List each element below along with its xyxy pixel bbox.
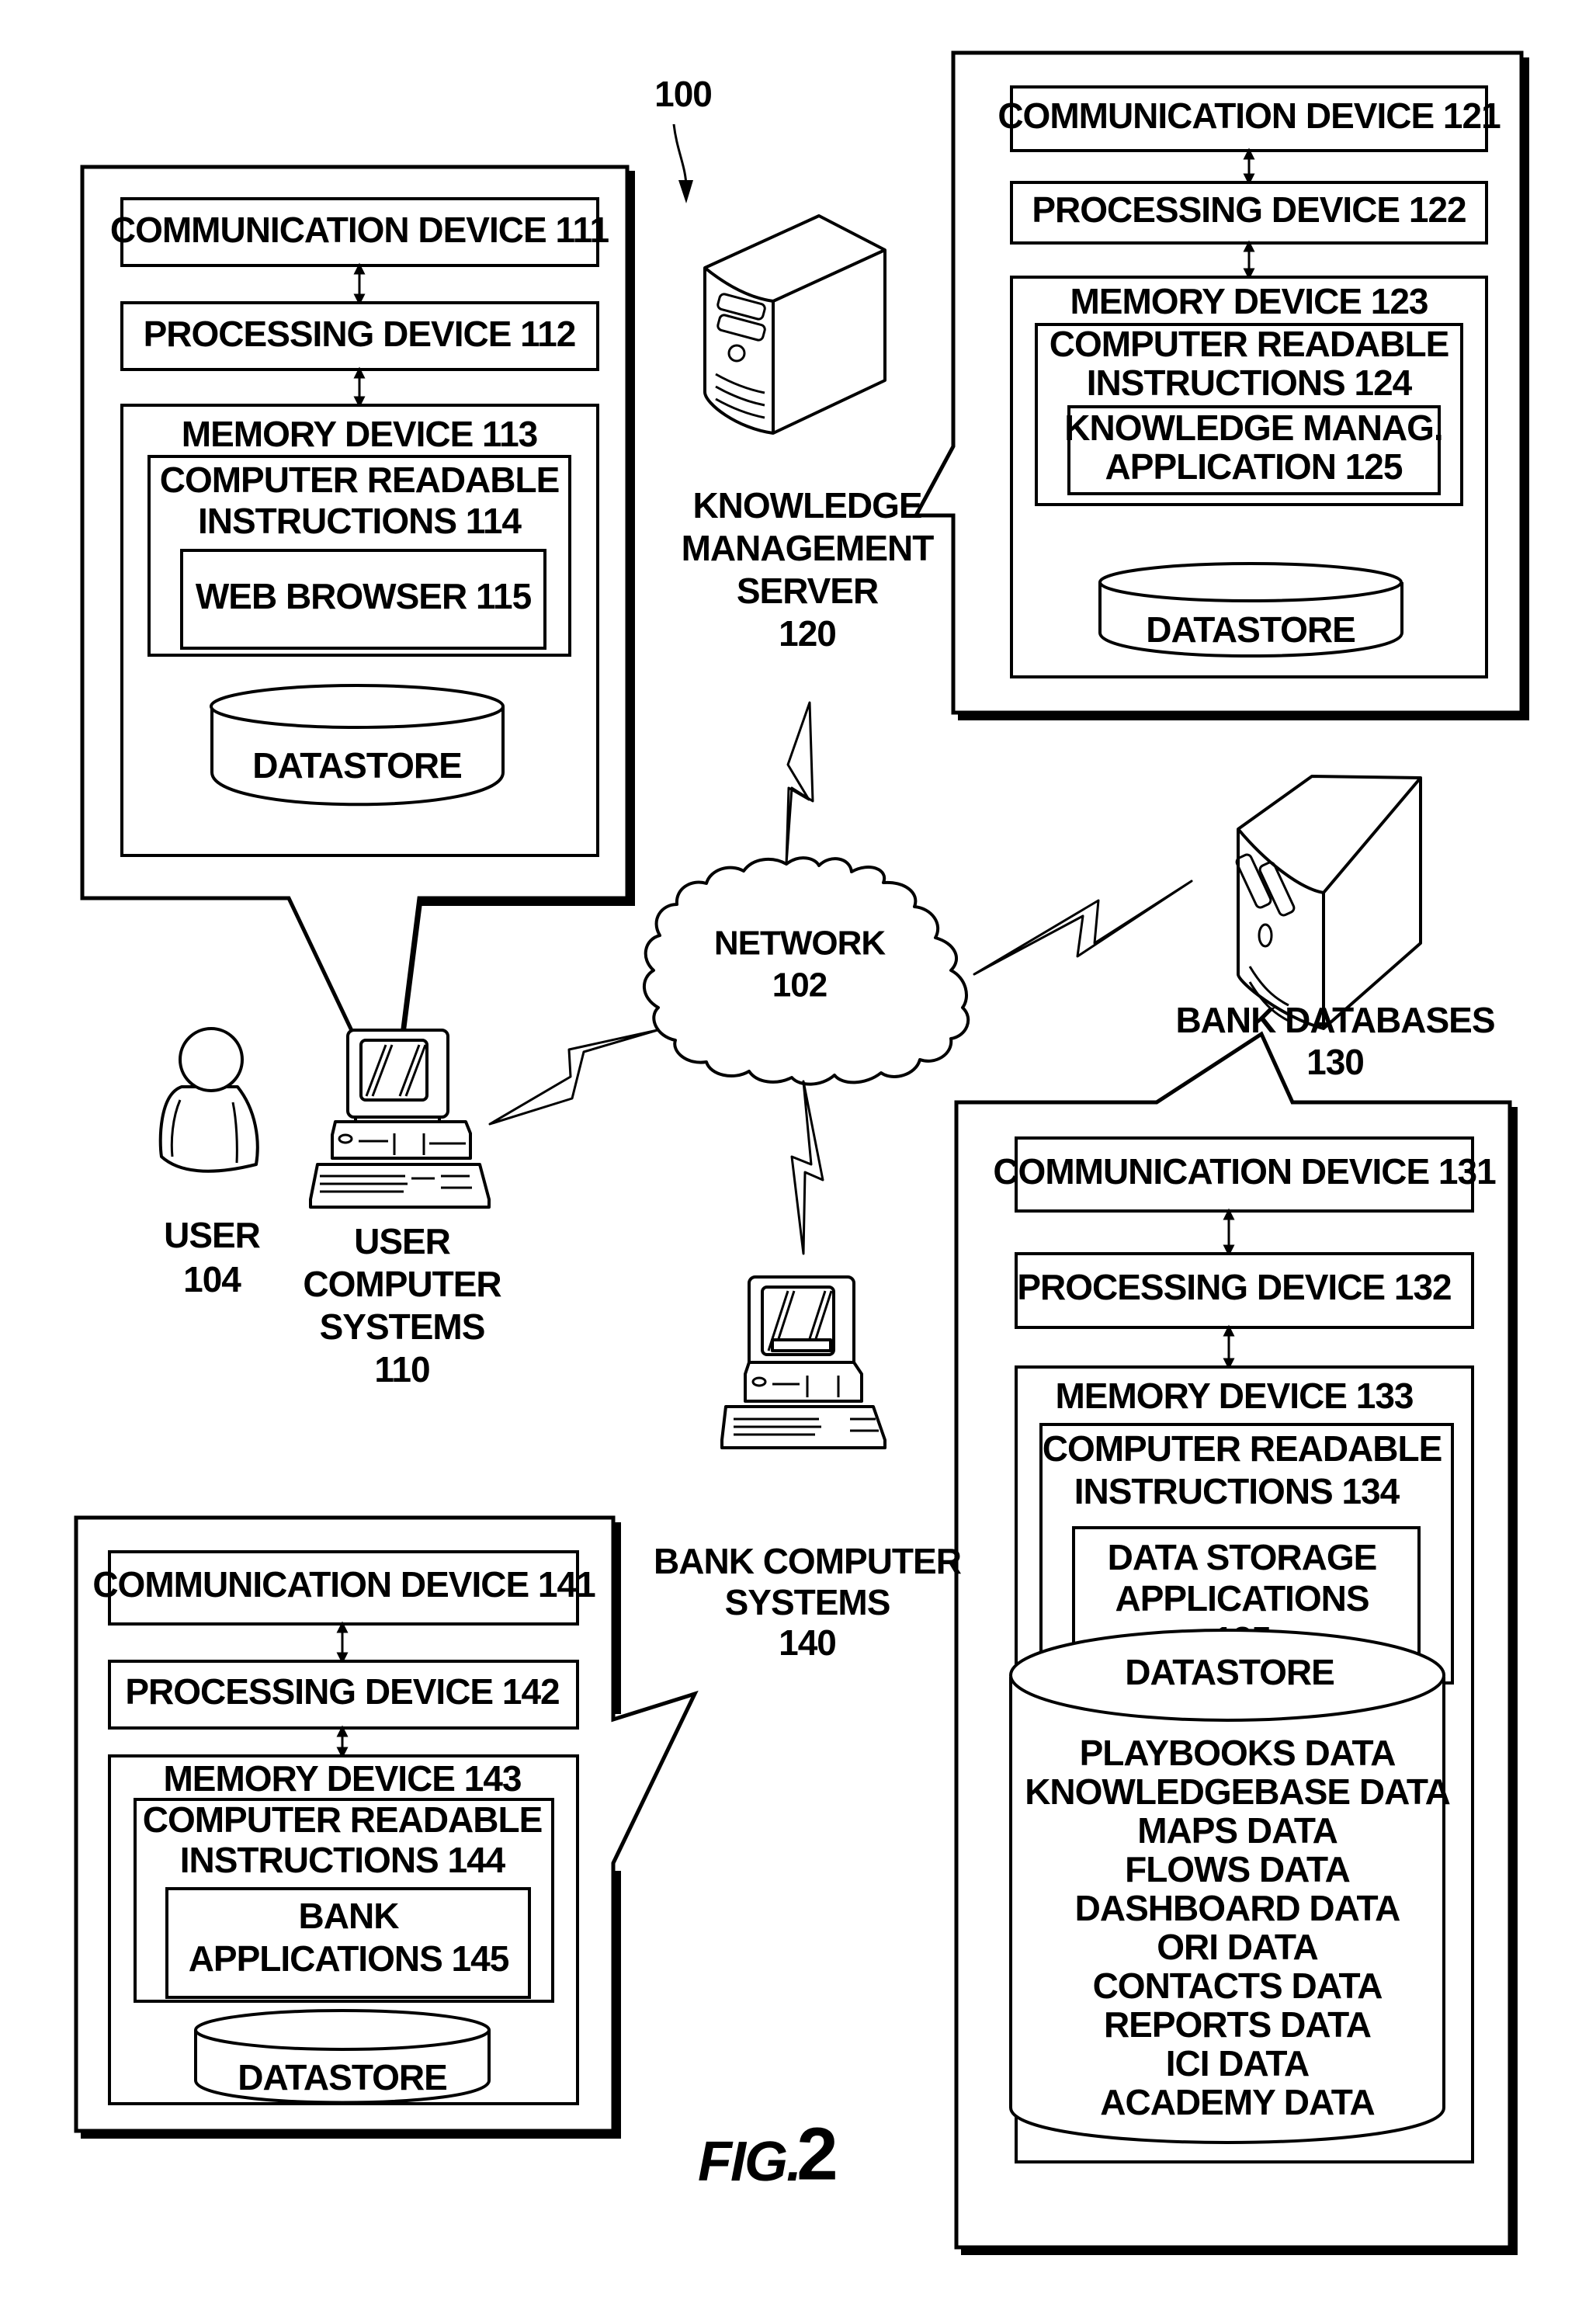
processing-device-112-label: PROCESSING DEVICE 112 — [144, 314, 576, 354]
application-125-line-2: APPLICATION 125 — [1105, 446, 1403, 487]
memory-device-133-label: MEMORY DEVICE 133 — [1055, 1376, 1413, 1416]
communication-device-131-label: COMMUNICATION DEVICE 131 — [993, 1151, 1496, 1192]
server-120-label-line-1: KNOWLEDGE — [692, 485, 921, 526]
memory-device-143-label: MEMORY DEVICE 143 — [163, 1758, 521, 1799]
user-computer-label-line-3: SYSTEMS — [320, 1306, 485, 1347]
datastore-item: KNOWLEDGEBASE DATA — [1025, 1771, 1450, 1812]
user-label: USER — [164, 1215, 261, 1255]
processing-device-132-label: PROCESSING DEVICE 132 — [1017, 1267, 1451, 1307]
instructions-114-line-2: INSTRUCTIONS 114 — [198, 501, 522, 541]
server-tower-icon — [1235, 775, 1422, 1030]
instructions-114-line-1: COMPUTER READABLE — [160, 460, 560, 500]
network-102: NETWORK 102 — [642, 856, 970, 1086]
lightning-bolt-icon — [973, 880, 1193, 976]
datastore-item: ICI DATA — [1166, 2043, 1310, 2084]
application-135-line-1: DATA STORAGE — [1108, 1537, 1377, 1577]
datastore-label: DATASTORE — [252, 745, 462, 786]
bank-computer-label-line-1: BANK COMPUTER — [654, 1541, 962, 1581]
lightning-bolt-icon — [785, 701, 814, 866]
figure-caption-number: 2 — [796, 2112, 836, 2195]
web-browser-115-label: WEB BROWSER 115 — [196, 576, 532, 616]
bank-computer-label-line-2: SYSTEMS — [725, 1582, 890, 1622]
communication-device-141-label: COMMUNICATION DEVICE 141 — [92, 1564, 595, 1605]
user-computer-details-callout: COMMUNICATION DEVICE 111 PROCESSING DEVI… — [80, 165, 635, 1122]
network-label: NETWORK — [714, 925, 886, 963]
instructions-144-line-1: COMPUTER READABLE — [143, 1799, 543, 1840]
reference-arrowhead — [678, 180, 693, 203]
server-details-callout: COMMUNICATION DEVICE 121 PROCESSING DEVI… — [912, 50, 1529, 720]
application-125-line-1: KNOWLEDGE MANAG. — [1064, 408, 1442, 448]
application-135-line-2: APPLICATIONS — [1115, 1578, 1369, 1619]
server-120-label-line-2: MANAGEMENT — [682, 528, 935, 568]
reference-arrow-icon — [672, 123, 688, 189]
datastore-item: CONTACTS DATA — [1093, 1966, 1383, 2006]
desktop-computer-icon — [720, 1275, 886, 1449]
wireless-link-bank-computer — [790, 1080, 824, 1255]
application-145-line-2: APPLICATIONS 145 — [189, 1938, 509, 1979]
datastore-label: DATASTORE — [1125, 1652, 1334, 1692]
server-tower-icon — [703, 214, 886, 435]
bank-databases: BANK DATABASES 130 — [1175, 775, 1496, 1082]
wireless-link-bank-databases — [973, 880, 1193, 976]
person-icon — [158, 1027, 259, 1173]
processing-device-122-label: PROCESSING DEVICE 122 — [1032, 189, 1466, 230]
user-computer-label-line-4: 110 — [374, 1349, 429, 1390]
server-120-label-line-4: 120 — [779, 613, 836, 654]
server-120-label-line-3: SERVER — [737, 571, 879, 611]
instructions-144-line-2: INSTRUCTIONS 144 — [180, 1840, 506, 1880]
bank-databases-details-callout: COMMUNICATION DEVICE 131 PROCESSING DEVI… — [954, 1031, 1518, 2255]
lightning-bolt-icon — [790, 1080, 824, 1255]
instructions-124-line-2: INSTRUCTIONS 124 — [1087, 363, 1413, 403]
datastore-item: FLOWS DATA — [1125, 1849, 1350, 1889]
datastore-item: ORI DATA — [1157, 1927, 1318, 1967]
bank-databases-label: BANK DATABASES — [1175, 1000, 1494, 1040]
knowledge-management-server: KNOWLEDGE MANAGEMENT SERVER 120 — [682, 214, 935, 654]
memory-device-123-label: MEMORY DEVICE 123 — [1070, 281, 1428, 321]
communication-device-111-label: COMMUNICATION DEVICE 111 — [110, 210, 609, 250]
wireless-link-server — [785, 701, 814, 866]
datastore-item: DASHBOARD DATA — [1075, 1888, 1400, 1928]
application-145-line-1: BANK — [299, 1896, 400, 1936]
instructions-134-line-2: INSTRUCTIONS 134 — [1074, 1471, 1400, 1511]
user: USER 104 — [158, 1027, 262, 1299]
reference-numeral-100: 100 — [654, 74, 713, 203]
bank-computer-details-callout: COMMUNICATION DEVICE 141 PROCESSING DEVI… — [74, 1515, 699, 2139]
bank-databases-number: 130 — [1306, 1042, 1364, 1082]
datastore-label: DATASTORE — [1146, 609, 1355, 650]
bank-computer-label-line-3: 140 — [779, 1622, 836, 1663]
user-computer-systems: USER COMPUTER SYSTEMS 110 — [303, 1029, 502, 1390]
datastore-label: DATASTORE — [238, 2057, 447, 2097]
instructions-134-line-1: COMPUTER READABLE — [1043, 1428, 1442, 1469]
figure-caption: FIG. 2 — [698, 2112, 838, 2195]
reference-label: 100 — [654, 74, 712, 114]
datastore-item: MAPS DATA — [1137, 1810, 1338, 1851]
instructions-124-line-1: COMPUTER READABLE — [1050, 324, 1449, 364]
user-computer-label-line-1: USER — [354, 1221, 451, 1261]
network-number: 102 — [772, 966, 827, 1005]
wireless-link-user-computer — [488, 1029, 659, 1126]
datastore-item: ACADEMY DATA — [1100, 2082, 1374, 2122]
desktop-computer-icon — [309, 1029, 491, 1209]
figure-caption-prefix: FIG. — [698, 2131, 800, 2193]
lightning-bolt-icon — [488, 1029, 659, 1126]
processing-device-142-label: PROCESSING DEVICE 142 — [125, 1671, 559, 1712]
datastore-item: PLAYBOOKS DATA — [1080, 1733, 1396, 1773]
bank-computer-systems: BANK COMPUTER SYSTEMS 140 — [654, 1275, 963, 1663]
user-number: 104 — [183, 1259, 241, 1299]
communication-device-121-label: COMMUNICATION DEVICE 121 — [998, 95, 1501, 136]
user-computer-label-line-2: COMPUTER — [303, 1264, 501, 1304]
system-diagram: 100 COMMUNICATION DEVICE 111 PROCESSING … — [74, 50, 1529, 2255]
datastore-item: REPORTS DATA — [1104, 2004, 1371, 2045]
memory-device-113-label: MEMORY DEVICE 113 — [182, 414, 538, 454]
